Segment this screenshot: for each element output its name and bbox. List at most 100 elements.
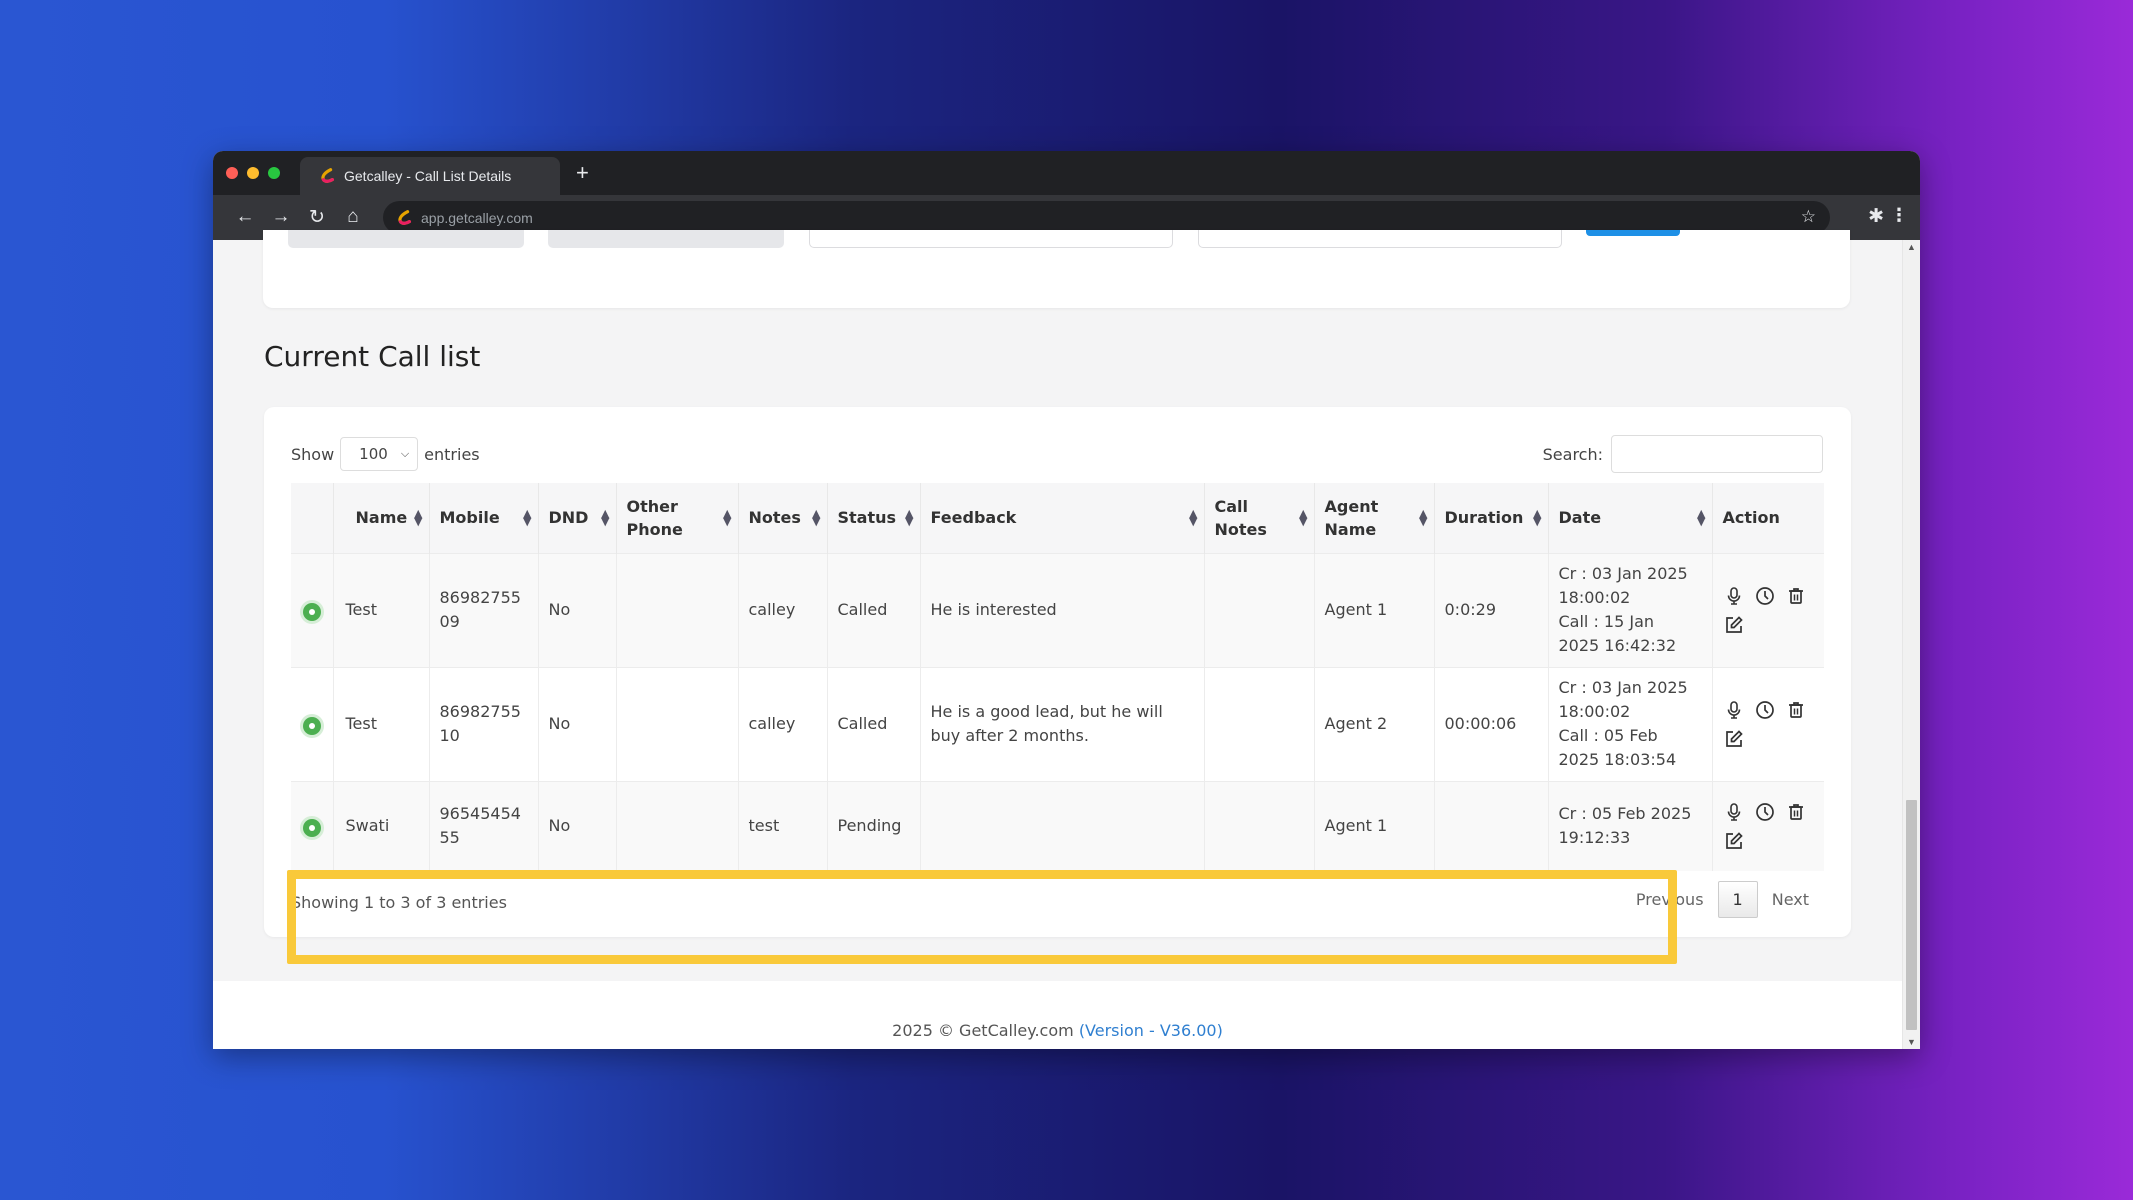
column-header-duration[interactable]: Duration ▲ ▼ (1434, 483, 1549, 553)
microphone-icon[interactable] (1723, 698, 1746, 721)
site-logo-icon (398, 209, 411, 225)
trash-icon[interactable] (1785, 698, 1808, 721)
cell-dnd: No (538, 666, 617, 781)
tab-bar: Getcalley - Call List Details + (213, 151, 1920, 195)
cell-agent-name: Agent 1 (1314, 780, 1435, 871)
trash-icon[interactable] (1785, 800, 1808, 823)
cell-dnd: No (538, 552, 617, 667)
filter-field[interactable] (1198, 230, 1562, 248)
cell-notes-text: calley (748, 600, 796, 619)
expand-row-icon[interactable] (302, 819, 321, 838)
column-label: Name (355, 508, 408, 528)
sort-icon: ▲ ▼ (523, 506, 532, 528)
cell-dnd-text: No (548, 816, 571, 836)
scroll-down-arrow-icon[interactable]: ▼ (1903, 1037, 1920, 1047)
cell-name: Test (333, 552, 430, 667)
sort-icon: ▲ ▼ (812, 506, 821, 528)
cell-notes: calley (738, 552, 828, 667)
edit-icon[interactable] (1723, 613, 1746, 636)
date-created: Cr : 03 Jan 2025 18:00:02 (1558, 678, 1688, 721)
filter-field[interactable] (288, 230, 524, 248)
column-header-notes[interactable]: Notes ▲ ▼ (738, 483, 828, 553)
forward-icon[interactable]: → (263, 206, 299, 229)
cell-call-notes (1204, 780, 1315, 871)
table-header-row: Name ▲ ▼ Mobile ▲ ▼ DND ▲ ▼ Other Phone ▲ ▼ Note… (291, 483, 1824, 553)
trash-icon[interactable] (1785, 584, 1808, 607)
page-scrollbar[interactable]: ▲ ▼ (1902, 240, 1920, 1049)
next-page-button[interactable]: Next (1758, 882, 1823, 917)
home-icon[interactable]: ⌂ (335, 206, 371, 229)
cell-mobile-text: 9654545455 (439, 804, 521, 848)
search-label: Search: (1542, 444, 1603, 464)
entries-label: entries (424, 444, 480, 464)
menu-icon[interactable]: ⋮ (1890, 205, 1908, 226)
column-header-status[interactable]: Status ▲ ▼ (827, 483, 921, 553)
expand-cell (291, 666, 334, 781)
reload-icon[interactable]: ↻ (299, 206, 335, 229)
clock-history-icon[interactable] (1754, 800, 1777, 823)
column-header-date[interactable]: Date ▲ ▼ (1548, 483, 1713, 553)
microphone-icon[interactable] (1723, 584, 1746, 607)
cell-mobile-text: 8698275510 (439, 702, 521, 745)
close-window-button[interactable] (226, 167, 238, 179)
sort-icon: ▲ ▼ (1299, 506, 1308, 528)
column-header-agent-name[interactable]: Agent Name ▲ ▼ (1314, 483, 1435, 553)
cell-name-text: Test (345, 714, 378, 733)
cell-notes-text: calley (748, 714, 796, 733)
expand-row-icon[interactable] (302, 717, 321, 735)
expand-cell (291, 552, 334, 667)
filter-field[interactable] (548, 230, 784, 248)
column-label: Date (1558, 508, 1602, 528)
filter-submit-button[interactable] (1586, 230, 1680, 236)
tab-title: Getcalley - Call List Details (344, 168, 512, 184)
version-link[interactable]: (Version - V36.00) (1079, 1021, 1223, 1040)
table-info: Showing 1 to 3 of 3 entries (291, 893, 507, 912)
sort-icon: ▲ ▼ (601, 506, 610, 528)
scroll-up-arrow-icon[interactable]: ▲ (1903, 242, 1920, 252)
column-label: Status (837, 508, 897, 528)
search-input[interactable] (1611, 435, 1823, 473)
cell-duration: 00:00:06 (1434, 666, 1549, 781)
cell-other-phone (616, 552, 739, 667)
column-header-dnd[interactable]: DND ▲ ▼ (538, 483, 617, 553)
cell-feedback: He is a good lead, but he will buy after… (920, 666, 1205, 781)
cell-status: Pending (827, 780, 921, 871)
clock-history-icon[interactable] (1754, 698, 1777, 721)
sort-icon: ▲ ▼ (723, 506, 732, 528)
back-icon[interactable]: ← (227, 206, 263, 229)
column-label: Notes (748, 508, 801, 528)
cell-date: Cr : 05 Feb 2025 19:12:33 (1548, 780, 1713, 871)
cell-feedback-text: He is interested (930, 600, 1057, 619)
expand-row-icon[interactable] (302, 603, 321, 621)
cell-mobile-text: 8698275509 (439, 588, 521, 631)
filter-field[interactable] (809, 230, 1173, 248)
clock-history-icon[interactable] (1754, 584, 1777, 607)
new-tab-button[interactable]: + (576, 160, 589, 186)
minimize-window-button[interactable] (247, 167, 259, 179)
cell-status-text: Called (837, 714, 888, 733)
cell-notes-text: test (748, 816, 780, 836)
column-header-call-notes[interactable]: Call Notes ▲ ▼ (1204, 483, 1315, 553)
column-header-feedback[interactable]: Feedback ▲ ▼ (920, 483, 1205, 553)
page-1-button[interactable]: 1 (1717, 881, 1758, 918)
sort-icon: ▲ ▼ (1533, 506, 1542, 528)
column-header-mobile[interactable]: Mobile ▲ ▼ (429, 483, 539, 553)
column-label: Feedback (930, 508, 1017, 528)
expand-cell (291, 780, 334, 871)
cell-name: Test (333, 666, 430, 781)
microphone-icon[interactable] (1723, 800, 1746, 823)
extensions-icon[interactable]: ✱ (1868, 205, 1884, 228)
filter-card (263, 230, 1850, 308)
previous-page-button[interactable]: Previous (1622, 882, 1718, 917)
column-header-name[interactable]: Name ▲ ▼ (333, 483, 430, 553)
cell-duration (1434, 780, 1549, 871)
bookmark-star-icon[interactable]: ☆ (1801, 207, 1816, 227)
column-header-other-phone[interactable]: Other Phone ▲ ▼ (616, 483, 739, 553)
table-row: Swati 9654545455 No test Pending Agent 1 Cr : … (291, 780, 1824, 871)
entries-select[interactable]: 100 ⌵ (340, 437, 419, 471)
scrollbar-thumb[interactable] (1906, 800, 1917, 1030)
maximize-window-button[interactable] (268, 167, 280, 179)
browser-tab[interactable]: Getcalley - Call List Details (300, 157, 560, 195)
edit-icon[interactable] (1723, 727, 1746, 750)
edit-icon[interactable] (1723, 829, 1746, 852)
